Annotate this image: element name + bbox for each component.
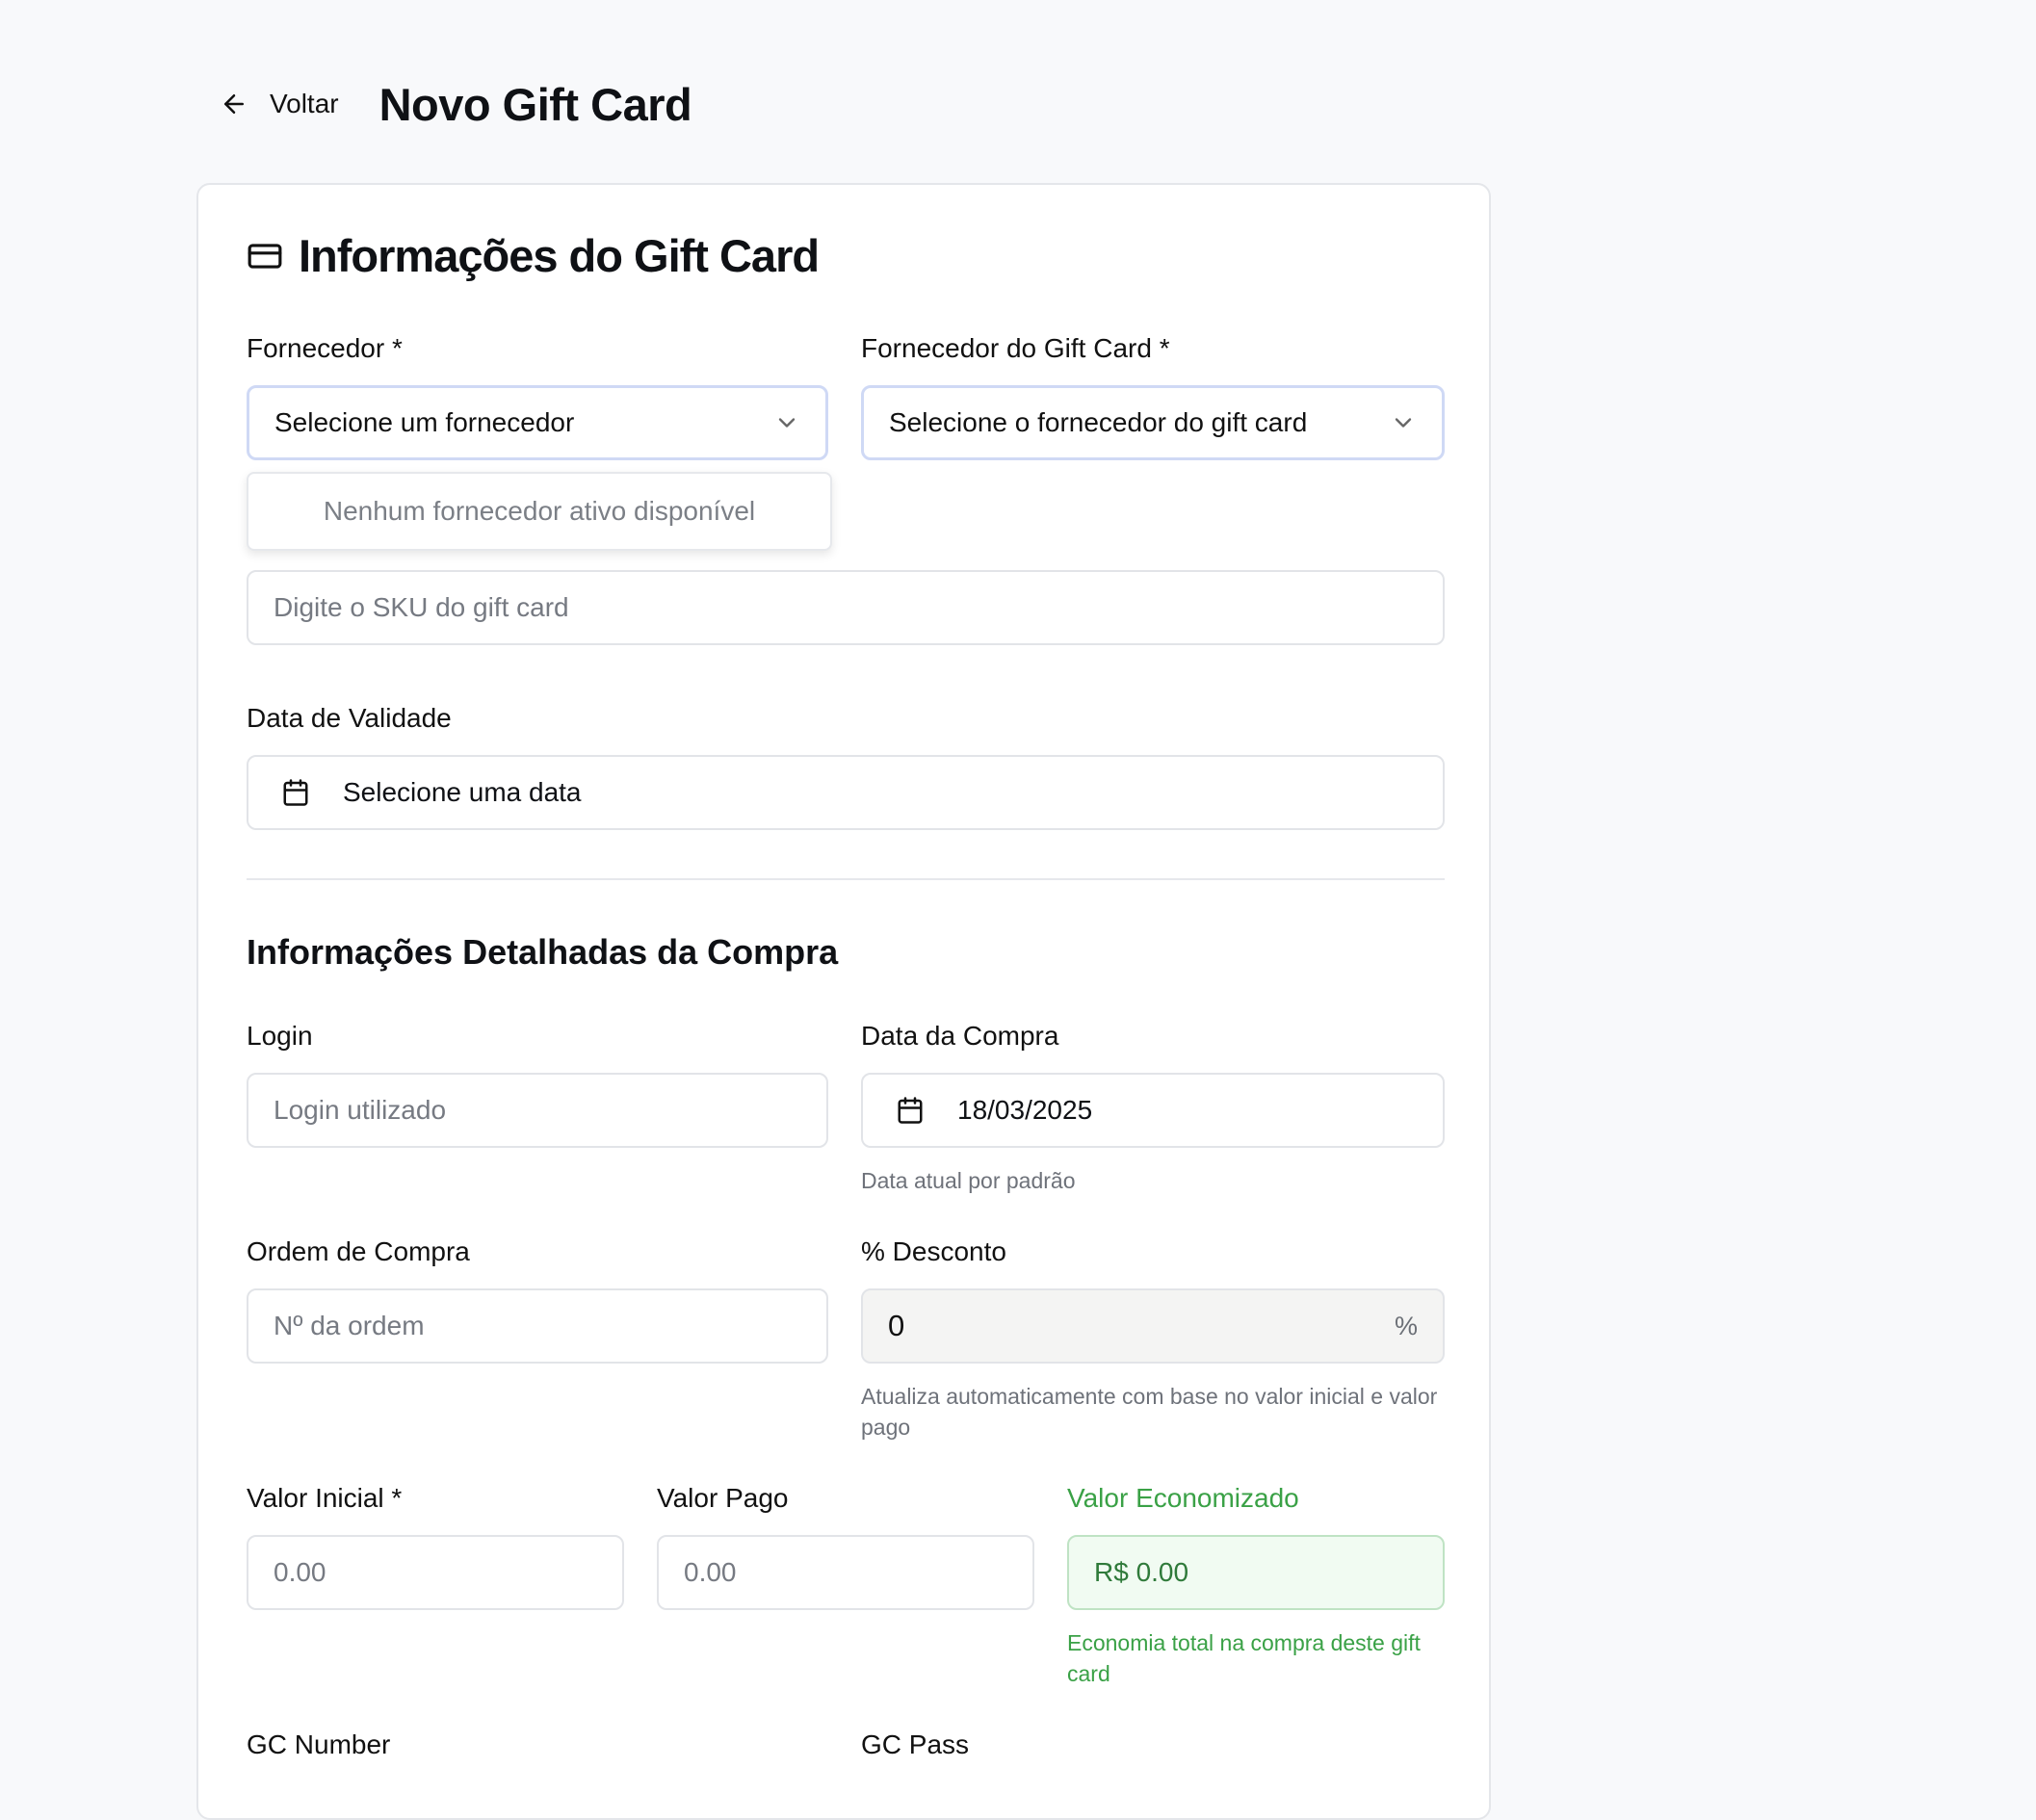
valor-economizado-label: Valor Economizado <box>1067 1483 1299 1513</box>
validade-value: Selecione uma data <box>343 777 582 807</box>
valor-inicial-label: Valor Inicial * <box>247 1483 403 1513</box>
back-button[interactable]: Voltar <box>220 89 339 119</box>
gc-number-label: GC Number <box>247 1729 391 1759</box>
data-compra-help: Data atual por padrão <box>861 1168 1076 1193</box>
fornecedor-gc-label: Fornecedor do Gift Card * <box>861 333 1170 363</box>
fornecedor-dropdown: Nenhum fornecedor ativo disponível <box>247 472 832 551</box>
page-title: Novo Gift Card <box>378 78 692 130</box>
card-title: Informações do Gift Card <box>247 229 820 282</box>
login-label: Login <box>247 1021 313 1051</box>
fornecedor-label: Fornecedor * <box>247 333 403 363</box>
back-label: Voltar <box>270 89 339 118</box>
gift-card-form-card: Informações do Gift Card Fornecedor * Se… <box>196 183 1491 1820</box>
calendar-icon <box>283 779 308 806</box>
data-compra-label: Data da Compra <box>861 1021 1059 1051</box>
section-divider <box>247 878 1445 880</box>
sku-placeholder: Digite o SKU do gift card <box>274 592 569 622</box>
chevron-down-icon <box>1395 418 1412 428</box>
credit-card-icon <box>248 243 282 269</box>
valor-pago-placeholder: 0.00 <box>684 1557 737 1587</box>
desconto-label: % Desconto <box>861 1236 1006 1266</box>
ordem-input[interactable]: Nº da ordem <box>247 1288 828 1364</box>
dropdown-empty-message: Nenhum fornecedor ativo disponível <box>323 496 756 526</box>
desconto-help: Atualiza automaticamente com base no val… <box>861 1384 1438 1440</box>
chevron-down-icon <box>778 418 796 428</box>
card-title-text: Informações do Gift Card <box>299 230 820 281</box>
arrow-left-icon <box>224 94 244 114</box>
ordem-label: Ordem de Compra <box>247 1236 470 1266</box>
valor-inicial-placeholder: 0.00 <box>274 1557 326 1587</box>
data-compra-date-picker[interactable]: 18/03/2025 <box>861 1073 1445 1148</box>
fornecedor-gc-select-value: Selecione o fornecedor do gift card <box>889 407 1308 437</box>
valor-economizado-value: R$ 0.00 <box>1094 1557 1189 1587</box>
percent-suffix: % <box>1394 1311 1418 1340</box>
valor-economizado-display: R$ 0.00 <box>1067 1535 1445 1610</box>
valor-pago-input[interactable]: 0.00 <box>657 1535 1034 1610</box>
validade-label: Data de Validade <box>247 703 452 733</box>
data-compra-value: 18/03/2025 <box>957 1095 1093 1125</box>
desconto-value: 0 <box>888 1309 905 1342</box>
sku-input[interactable]: Digite o SKU do gift card <box>247 570 1445 645</box>
login-placeholder: Login utilizado <box>274 1095 447 1125</box>
compra-section-title: Informações Detalhadas da Compra <box>247 932 839 972</box>
ordem-placeholder: Nº da ordem <box>274 1311 425 1340</box>
valor-inicial-input[interactable]: 0.00 <box>247 1535 624 1610</box>
desconto-input: 0 % <box>861 1288 1445 1364</box>
gc-pass-label: GC Pass <box>861 1729 970 1759</box>
login-input[interactable]: Login utilizado <box>247 1073 828 1148</box>
fornecedor-select-value: Selecione um fornecedor <box>274 407 575 437</box>
valor-economizado-help: Economia total na compra deste gift card <box>1067 1630 1421 1686</box>
fornecedor-gc-select[interactable]: Selecione o fornecedor do gift card <box>861 385 1445 460</box>
page-header: Voltar Novo Gift Card <box>220 75 692 133</box>
validade-date-picker[interactable]: Selecione uma data <box>247 755 1445 830</box>
fornecedor-select[interactable]: Selecione um fornecedor <box>247 385 828 460</box>
calendar-icon <box>898 1097 923 1124</box>
valor-pago-label: Valor Pago <box>657 1483 789 1513</box>
